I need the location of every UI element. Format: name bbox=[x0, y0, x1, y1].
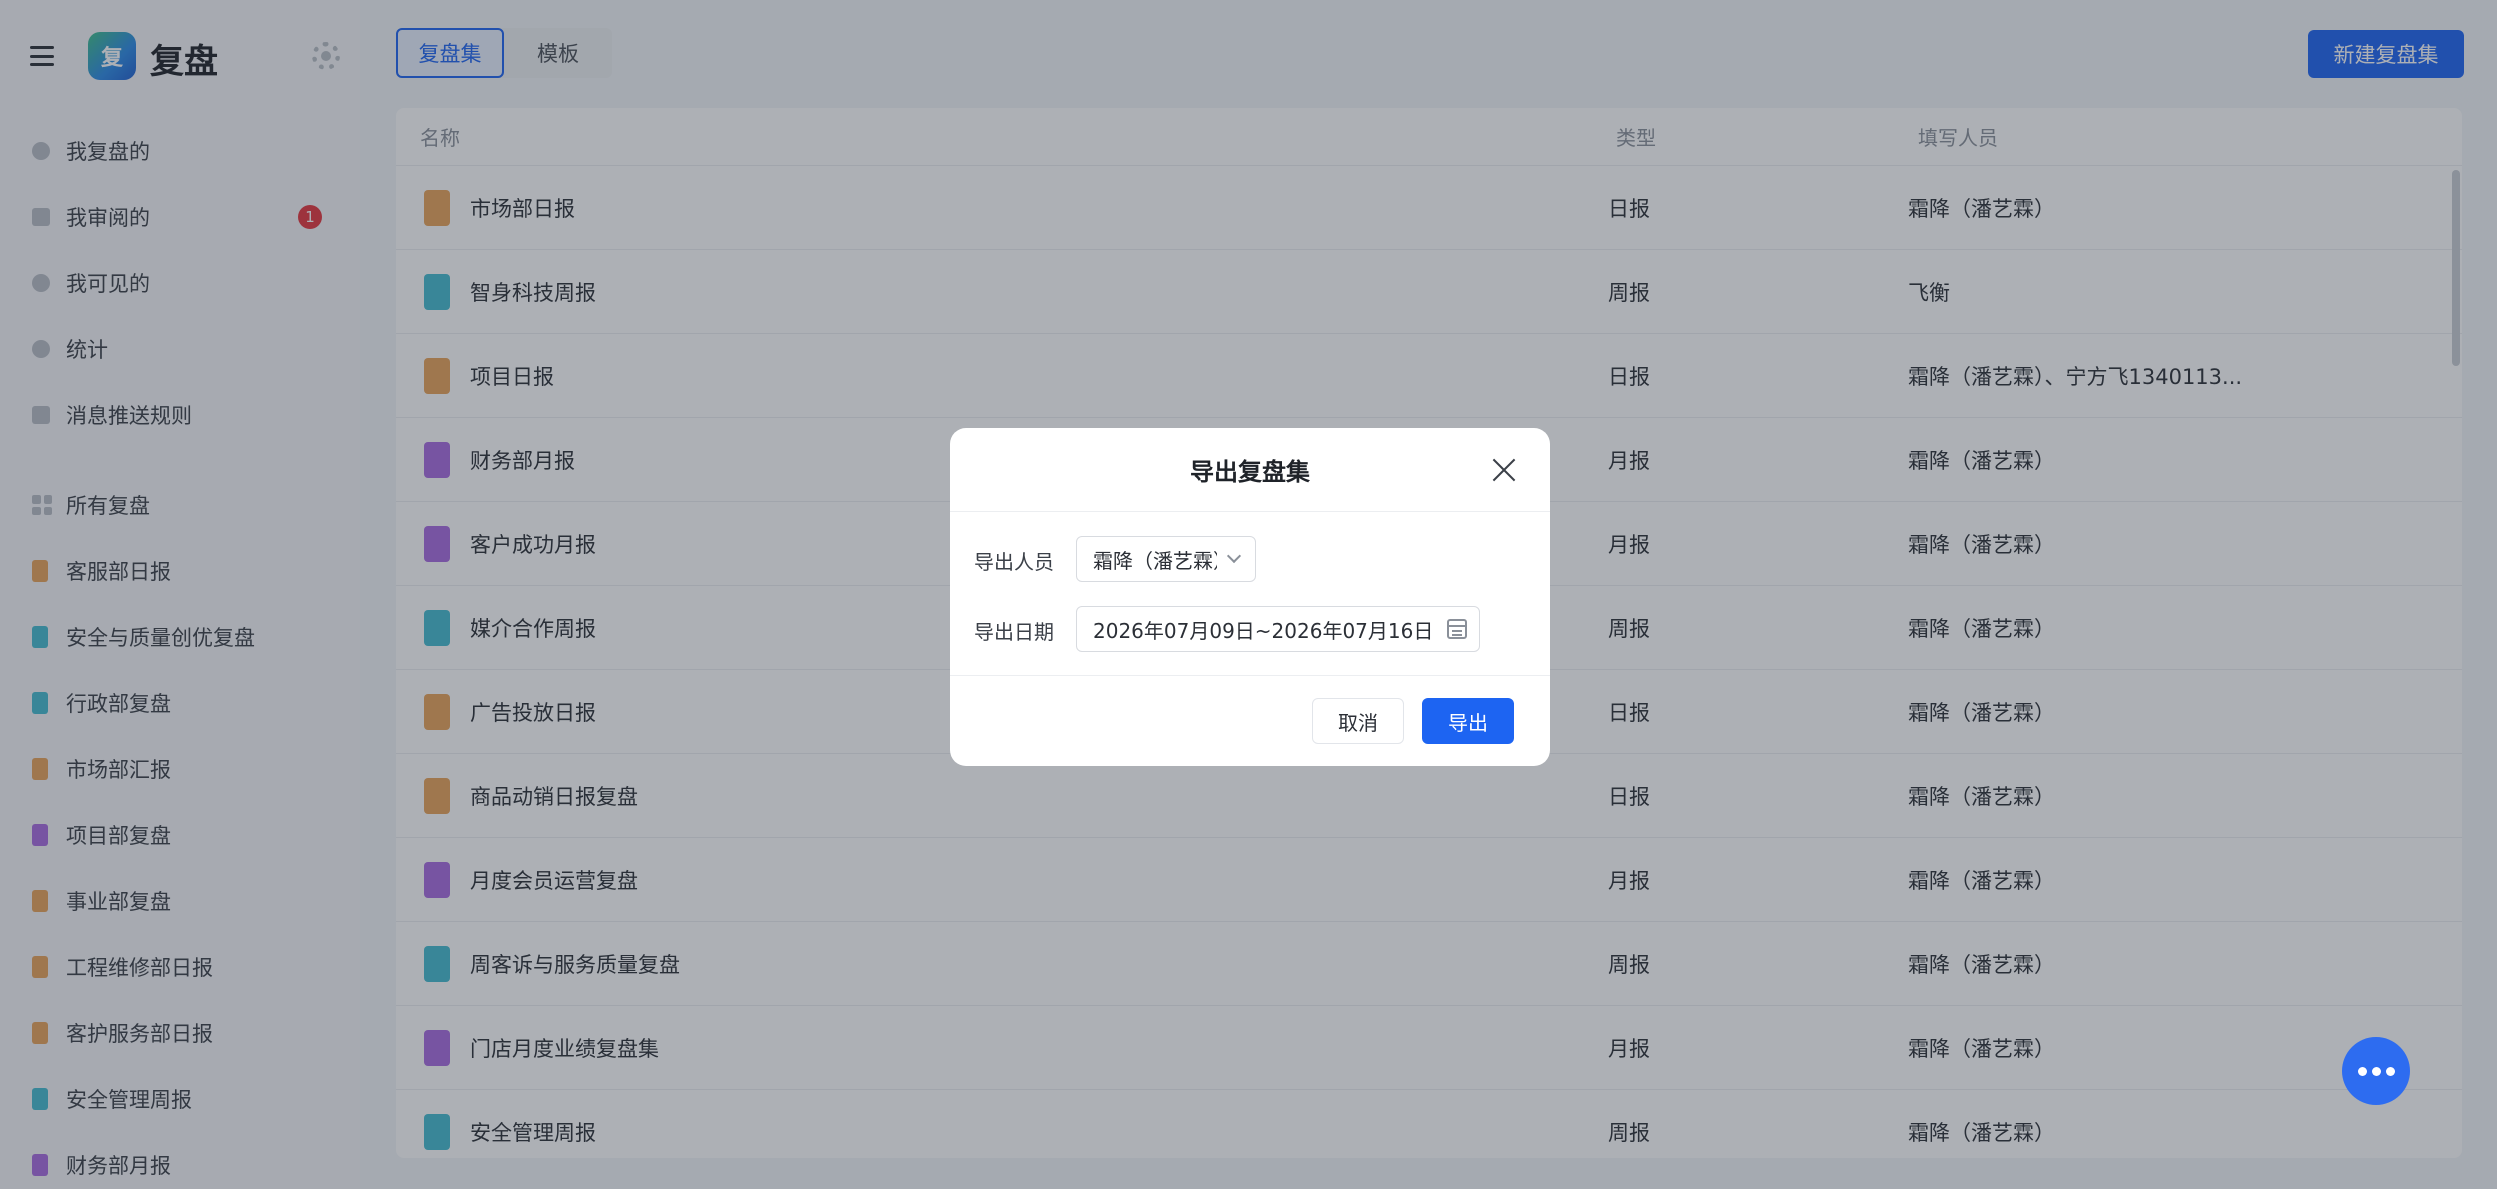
dialog-body: 导出人员 霜降（潘艺霖） 导出日期 2026年07月09日~2026年07月16… bbox=[950, 512, 1550, 676]
dialog-header: 导出复盘集 bbox=[950, 428, 1550, 512]
calendar-icon[interactable] bbox=[1447, 619, 1467, 639]
export-date-range-input[interactable]: 2026年07月09日~2026年07月16日 bbox=[1076, 606, 1480, 652]
chevron-down-icon bbox=[1226, 548, 1242, 564]
more-actions-button[interactable] bbox=[2342, 1037, 2410, 1105]
export-person-select[interactable]: 霜降（潘艺霖） bbox=[1076, 536, 1256, 582]
dot-icon bbox=[2385, 1066, 2395, 1076]
export-person-value: 霜降（潘艺霖） bbox=[1093, 548, 1217, 573]
export-date-label: 导出日期 bbox=[974, 620, 1054, 644]
export-button[interactable]: 导出 bbox=[1422, 698, 1514, 744]
dot-icon bbox=[2357, 1066, 2367, 1076]
dot-icon bbox=[2371, 1066, 2381, 1076]
close-icon[interactable] bbox=[1492, 458, 1516, 482]
cancel-button[interactable]: 取消 bbox=[1312, 698, 1404, 744]
export-dialog: 导出复盘集 导出人员 霜降（潘艺霖） 导出日期 2026年07月09日~2026… bbox=[950, 428, 1550, 766]
dialog-footer: 取消 导出 bbox=[950, 676, 1550, 766]
dialog-title: 导出复盘集 bbox=[1190, 458, 1310, 486]
export-person-label: 导出人员 bbox=[974, 550, 1054, 574]
export-date-value: 2026年07月09日~2026年07月16日 bbox=[1093, 618, 1434, 643]
